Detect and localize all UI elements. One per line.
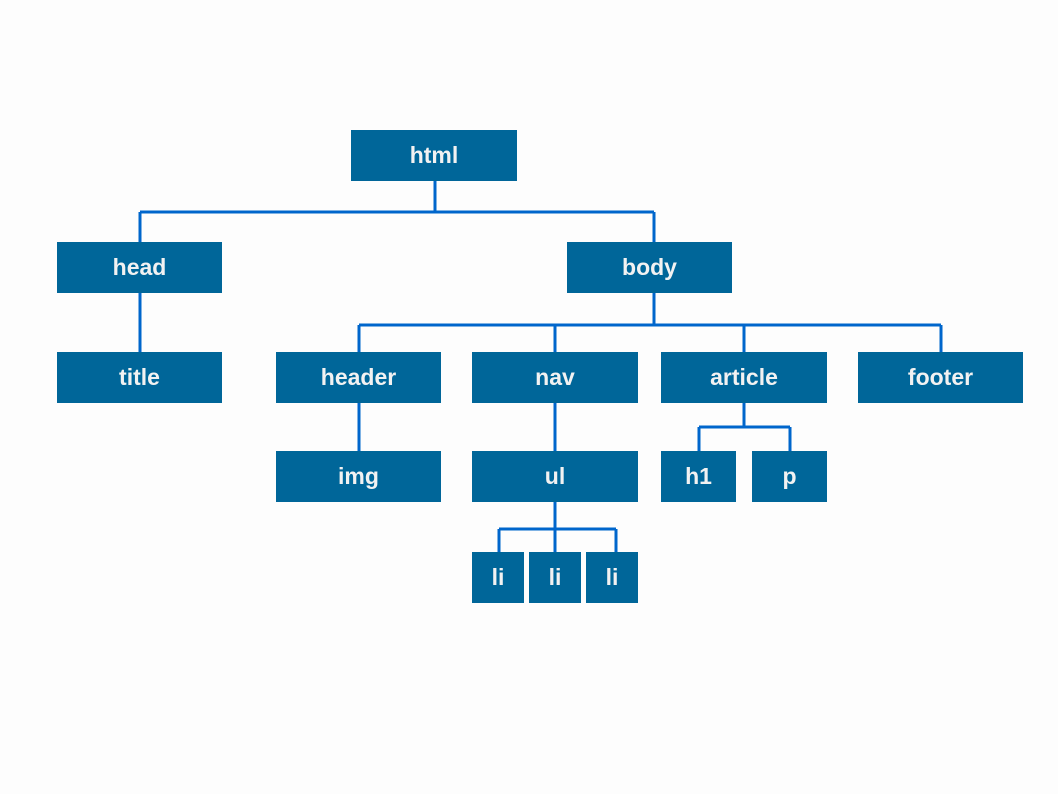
node-ul: ul [472, 451, 638, 502]
node-head: head [57, 242, 222, 293]
node-li-1: li [472, 552, 524, 603]
node-h1: h1 [661, 451, 736, 502]
node-article: article [661, 352, 827, 403]
node-img: img [276, 451, 441, 502]
node-title: title [57, 352, 222, 403]
node-body: body [567, 242, 732, 293]
connector-ul-children [497, 502, 618, 552]
connector-html-children [138, 181, 656, 242]
node-footer: footer [858, 352, 1023, 403]
connector-body-children [357, 293, 943, 352]
node-header: header [276, 352, 441, 403]
node-li-3: li [586, 552, 638, 603]
node-nav: nav [472, 352, 638, 403]
connector-article-children [697, 403, 792, 451]
node-p: p [752, 451, 827, 502]
node-html: html [351, 130, 517, 181]
node-li-2: li [529, 552, 581, 603]
